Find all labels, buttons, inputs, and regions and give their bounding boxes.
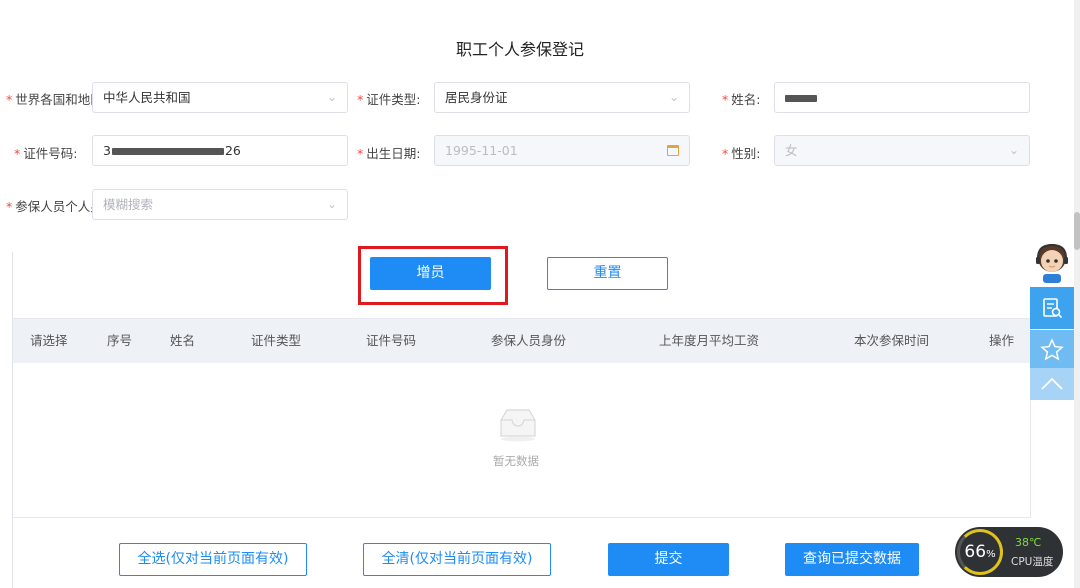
gender-label: * 性别:: [722, 146, 761, 161]
column-header: 操作: [989, 333, 1015, 348]
calendar-icon: [667, 145, 679, 156]
select-all-button[interactable]: 全选(仅对当前页面有效): [119, 543, 307, 576]
id-number-label: * 证件号码:: [14, 146, 78, 161]
query-submitted-button[interactable]: 查询已提交数据: [785, 543, 919, 576]
name-label: * 姓名:: [722, 92, 761, 107]
birth-date-input[interactable]: 1995-11-01: [434, 135, 690, 166]
table-header: 请选择 序号 姓名 证件类型 证件号码 参保人员身份 上年度月平均工资 本次参保…: [13, 319, 1030, 363]
empty-inbox-icon: [500, 409, 536, 442]
add-member-button[interactable]: 增员: [370, 257, 491, 290]
left-panel-edge: [0, 252, 13, 588]
country-label: *世界各国和地区: [6, 92, 94, 107]
column-header: 序号: [107, 333, 133, 348]
identity-label: *参保人员个人身份: [6, 199, 94, 214]
submit-button[interactable]: 提交: [608, 543, 729, 576]
cpu-monitor-widget[interactable]: 66% 38℃ CPU温度: [955, 527, 1063, 577]
chevron-up-icon: [1041, 377, 1063, 390]
reset-button[interactable]: 重置: [547, 257, 668, 290]
cpu-usage-ring: 66%: [957, 529, 1003, 575]
document-search-icon: [1043, 298, 1063, 319]
column-header: 请选择: [30, 333, 68, 348]
chevron-down-icon: ⌄: [1008, 143, 1019, 157]
name-input[interactable]: [774, 82, 1030, 113]
column-header: 参保人员身份: [491, 333, 567, 348]
id-type-select[interactable]: 居民身份证 ⌄: [434, 82, 690, 113]
id-type-label: * 证件类型:: [357, 92, 421, 107]
identity-select[interactable]: 模糊搜索 ⌄: [92, 189, 348, 220]
column-header: 姓名: [170, 333, 196, 348]
star-icon: [1040, 338, 1064, 361]
page-title: 职工个人参保登记: [455, 40, 584, 59]
scrollbar-thumb[interactable]: [1074, 212, 1080, 250]
country-select[interactable]: 中华人民共和国 ⌄: [92, 82, 348, 113]
column-header: 证件号码: [366, 333, 417, 348]
search-doc-tool[interactable]: [1030, 287, 1074, 329]
cpu-temperature-label: CPU温度: [1011, 556, 1054, 568]
customer-service-avatar-icon[interactable]: [1029, 240, 1075, 284]
redacted-name: [785, 95, 817, 102]
chevron-down-icon: ⌄: [326, 197, 337, 211]
gender-select[interactable]: 女 ⌄: [774, 135, 1030, 166]
chevron-down-icon: ⌄: [668, 90, 679, 104]
column-header: 证件类型: [251, 333, 302, 348]
back-to-top-tool[interactable]: [1030, 368, 1074, 400]
empty-state-text: 暂无数据: [493, 454, 539, 468]
column-header: 上年度月平均工资: [659, 333, 760, 348]
id-number-input[interactable]: 3 26: [92, 135, 348, 166]
birth-label: * 出生日期:: [357, 146, 421, 161]
favorite-tool[interactable]: [1030, 330, 1074, 370]
cpu-temperature: 38℃: [1015, 536, 1042, 549]
chevron-down-icon: ⌄: [326, 90, 337, 104]
registration-page: 职工个人参保登记 *世界各国和地区 中华人民共和国 ⌄ *证件类型: 居民身份证…: [0, 0, 1080, 588]
clear-all-button[interactable]: 全清(仅对当前页面有效): [363, 543, 551, 576]
redacted-id: [111, 148, 224, 155]
scrollbar[interactable]: [1074, 0, 1080, 588]
column-header: 本次参保时间: [854, 333, 930, 348]
